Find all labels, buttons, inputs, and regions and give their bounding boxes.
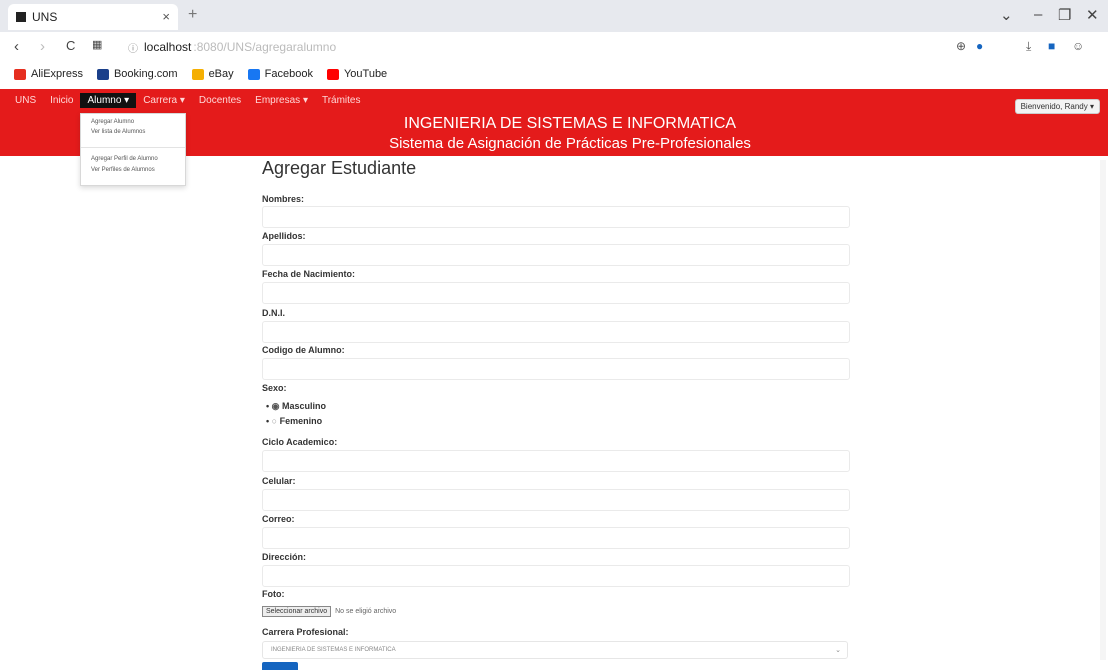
aliexpress-icon (14, 68, 26, 80)
url-path: :8080/UNS/agregaralumno (193, 40, 337, 54)
bookmark-label: Facebook (264, 68, 313, 80)
carrera-select[interactable]: INGENIERIA DE SISTEMAS E INFORMATICA ⌄ (262, 641, 848, 659)
zoom-icon[interactable]: ⊕ (956, 39, 966, 53)
radio-unchecked-icon: ○ (271, 416, 278, 426)
fecha-field[interactable] (262, 282, 850, 304)
user-menu-button[interactable]: Bienvenido, Randy ▾ (1014, 99, 1100, 114)
new-tab-icon[interactable]: + (188, 6, 197, 24)
facebook-icon (247, 68, 260, 80)
alumno-dropdown-menu: Agregar Alumno Ver lista de Alumnos Agre… (80, 113, 186, 186)
bookmark-label: AliExpress (31, 68, 83, 80)
student-form: Agregar Estudiante Nombres: Apellidos: F… (262, 158, 852, 670)
info-icon: ⓘ (128, 43, 138, 55)
nav-carrera[interactable]: Carrera ▾ (136, 93, 192, 108)
window-close-icon[interactable]: ✕ (1086, 6, 1099, 24)
bookmark-label: Booking.com (113, 68, 178, 80)
nombres-field[interactable] (262, 206, 850, 228)
nombres-label: Nombres: (262, 194, 305, 204)
site-subtitle: Sistema de Asignación de Prácticas Pre-P… (389, 135, 751, 152)
apellidos-label: Apellidos: (262, 231, 306, 241)
forward-icon[interactable]: › (40, 38, 45, 55)
file-status: No se eligió archivo (335, 608, 397, 615)
nav-tramites[interactable]: Trámites (315, 93, 368, 108)
url-host: localhost (144, 40, 192, 54)
radio-femenino-label: Femenino (279, 416, 323, 426)
nav-docentes[interactable]: Docentes (192, 93, 248, 108)
minimize-icon[interactable]: – (1034, 6, 1042, 23)
fecha-label: Fecha de Nacimiento: (262, 269, 356, 279)
ciclo-label: Ciclo Academico: (262, 437, 338, 447)
menu-item-ver-alumnos[interactable]: Ver lista de Alumnos (91, 129, 145, 135)
bullet-icon: • (266, 416, 270, 426)
menu-divider (81, 147, 185, 148)
foto-label: Foto: (262, 589, 285, 599)
apps-icon[interactable]: ▦ (92, 38, 102, 51)
ciclo-field[interactable] (262, 450, 850, 472)
submit-button[interactable] (262, 662, 298, 670)
tab-title: UNS (32, 10, 58, 24)
nav-inicio[interactable]: Inicio (43, 93, 80, 108)
bookmark-facebook[interactable]: Facebook (247, 68, 313, 80)
bookmark-ebay[interactable]: eBay (191, 68, 234, 80)
bookmarks-bar: AliExpress Booking.com eBay Facebook You… (0, 62, 1108, 86)
site-title: INGENIERIA DE SISTEMAS E INFORMATICA (403, 115, 737, 132)
nav-empresas[interactable]: Empresas ▾ (248, 93, 315, 108)
page-scrollbar[interactable] (1100, 160, 1106, 660)
youtube-icon (326, 68, 339, 80)
download-icon[interactable]: ⤓ (1026, 39, 1031, 54)
booking-icon (96, 68, 109, 80)
file-input: Seleccionar archivo No se eligió archivo (262, 606, 396, 617)
form-heading: Agregar Estudiante (262, 158, 417, 178)
profile-icon[interactable]: ☺ (1072, 39, 1084, 53)
codigo-label: Codigo de Alumno: (262, 345, 345, 355)
carrera-selected-value: INGENIERIA DE SISTEMAS E INFORMATICA (271, 647, 396, 653)
browser-tab[interactable]: UNS × (8, 4, 178, 30)
tab-search-icon[interactable]: ⌄ (1000, 6, 1013, 24)
chevron-down-icon: ⌄ (835, 647, 841, 654)
bookmark-label: eBay (208, 68, 234, 80)
radio-masculino[interactable]: • ◉ Masculino (266, 401, 326, 412)
nav-brand[interactable]: UNS (8, 93, 43, 108)
tab-close-icon[interactable]: × (162, 9, 170, 24)
site-titles: INGENIERIA DE SISTEMAS E INFORMATICA Sis… (250, 115, 890, 152)
codigo-field[interactable] (262, 358, 850, 380)
browser-tab-bar: UNS × + ⌄ – ❐ ✕ (0, 0, 1108, 32)
direccion-label: Dirección: (262, 552, 307, 562)
back-icon[interactable]: ‹ (14, 38, 19, 55)
menu-item-agregar-perfil[interactable]: Agregar Perfil de Alumno (91, 156, 158, 162)
apellidos-field[interactable] (262, 244, 850, 266)
extension-icon[interactable]: ● (976, 39, 983, 53)
bookmark-youtube[interactable]: YouTube (326, 68, 388, 80)
menu-item-ver-perfiles[interactable]: Ver Perfiles de Alumnos (91, 167, 155, 173)
celular-label: Celular: (262, 476, 296, 486)
wallet-icon[interactable]: ■ (1048, 39, 1055, 53)
nav-alumno[interactable]: Alumno ▾ (80, 93, 137, 108)
sexo-label: Sexo: (262, 383, 287, 393)
reload-icon[interactable]: C (66, 38, 75, 53)
correo-field[interactable] (262, 527, 850, 549)
address-bar-row: ‹ › C ▦ ⓘ localhost :8080/UNS/agregaralu… (0, 32, 1108, 63)
favicon-icon (16, 12, 26, 22)
bookmark-aliexpress[interactable]: AliExpress (14, 68, 83, 80)
url-field[interactable]: ⓘ localhost :8080/UNS/agregaralumno (128, 36, 788, 58)
bookmark-label: YouTube (343, 68, 388, 80)
carrera-label: Carrera Profesional: (262, 627, 349, 637)
radio-femenino[interactable]: • ○ Femenino (266, 416, 322, 426)
site-nav: UNS Inicio Alumno ▾ Carrera ▾ Docentes E… (8, 93, 368, 108)
celular-field[interactable] (262, 489, 850, 511)
radio-checked-icon: ◉ (271, 401, 280, 411)
ebay-icon (191, 68, 204, 80)
radio-masculino-label: Masculino (282, 401, 327, 411)
choose-file-button[interactable]: Seleccionar archivo (262, 606, 332, 617)
correo-label: Correo: (262, 514, 295, 524)
dni-field[interactable] (262, 321, 850, 343)
direccion-field[interactable] (262, 565, 850, 587)
bullet-icon: • (266, 401, 270, 411)
menu-item-agregar-alumno[interactable]: Agregar Alumno (91, 119, 134, 125)
restore-icon[interactable]: ❐ (1058, 6, 1071, 24)
bookmark-booking[interactable]: Booking.com (96, 68, 178, 80)
dni-label: D.N.I. (262, 308, 286, 318)
